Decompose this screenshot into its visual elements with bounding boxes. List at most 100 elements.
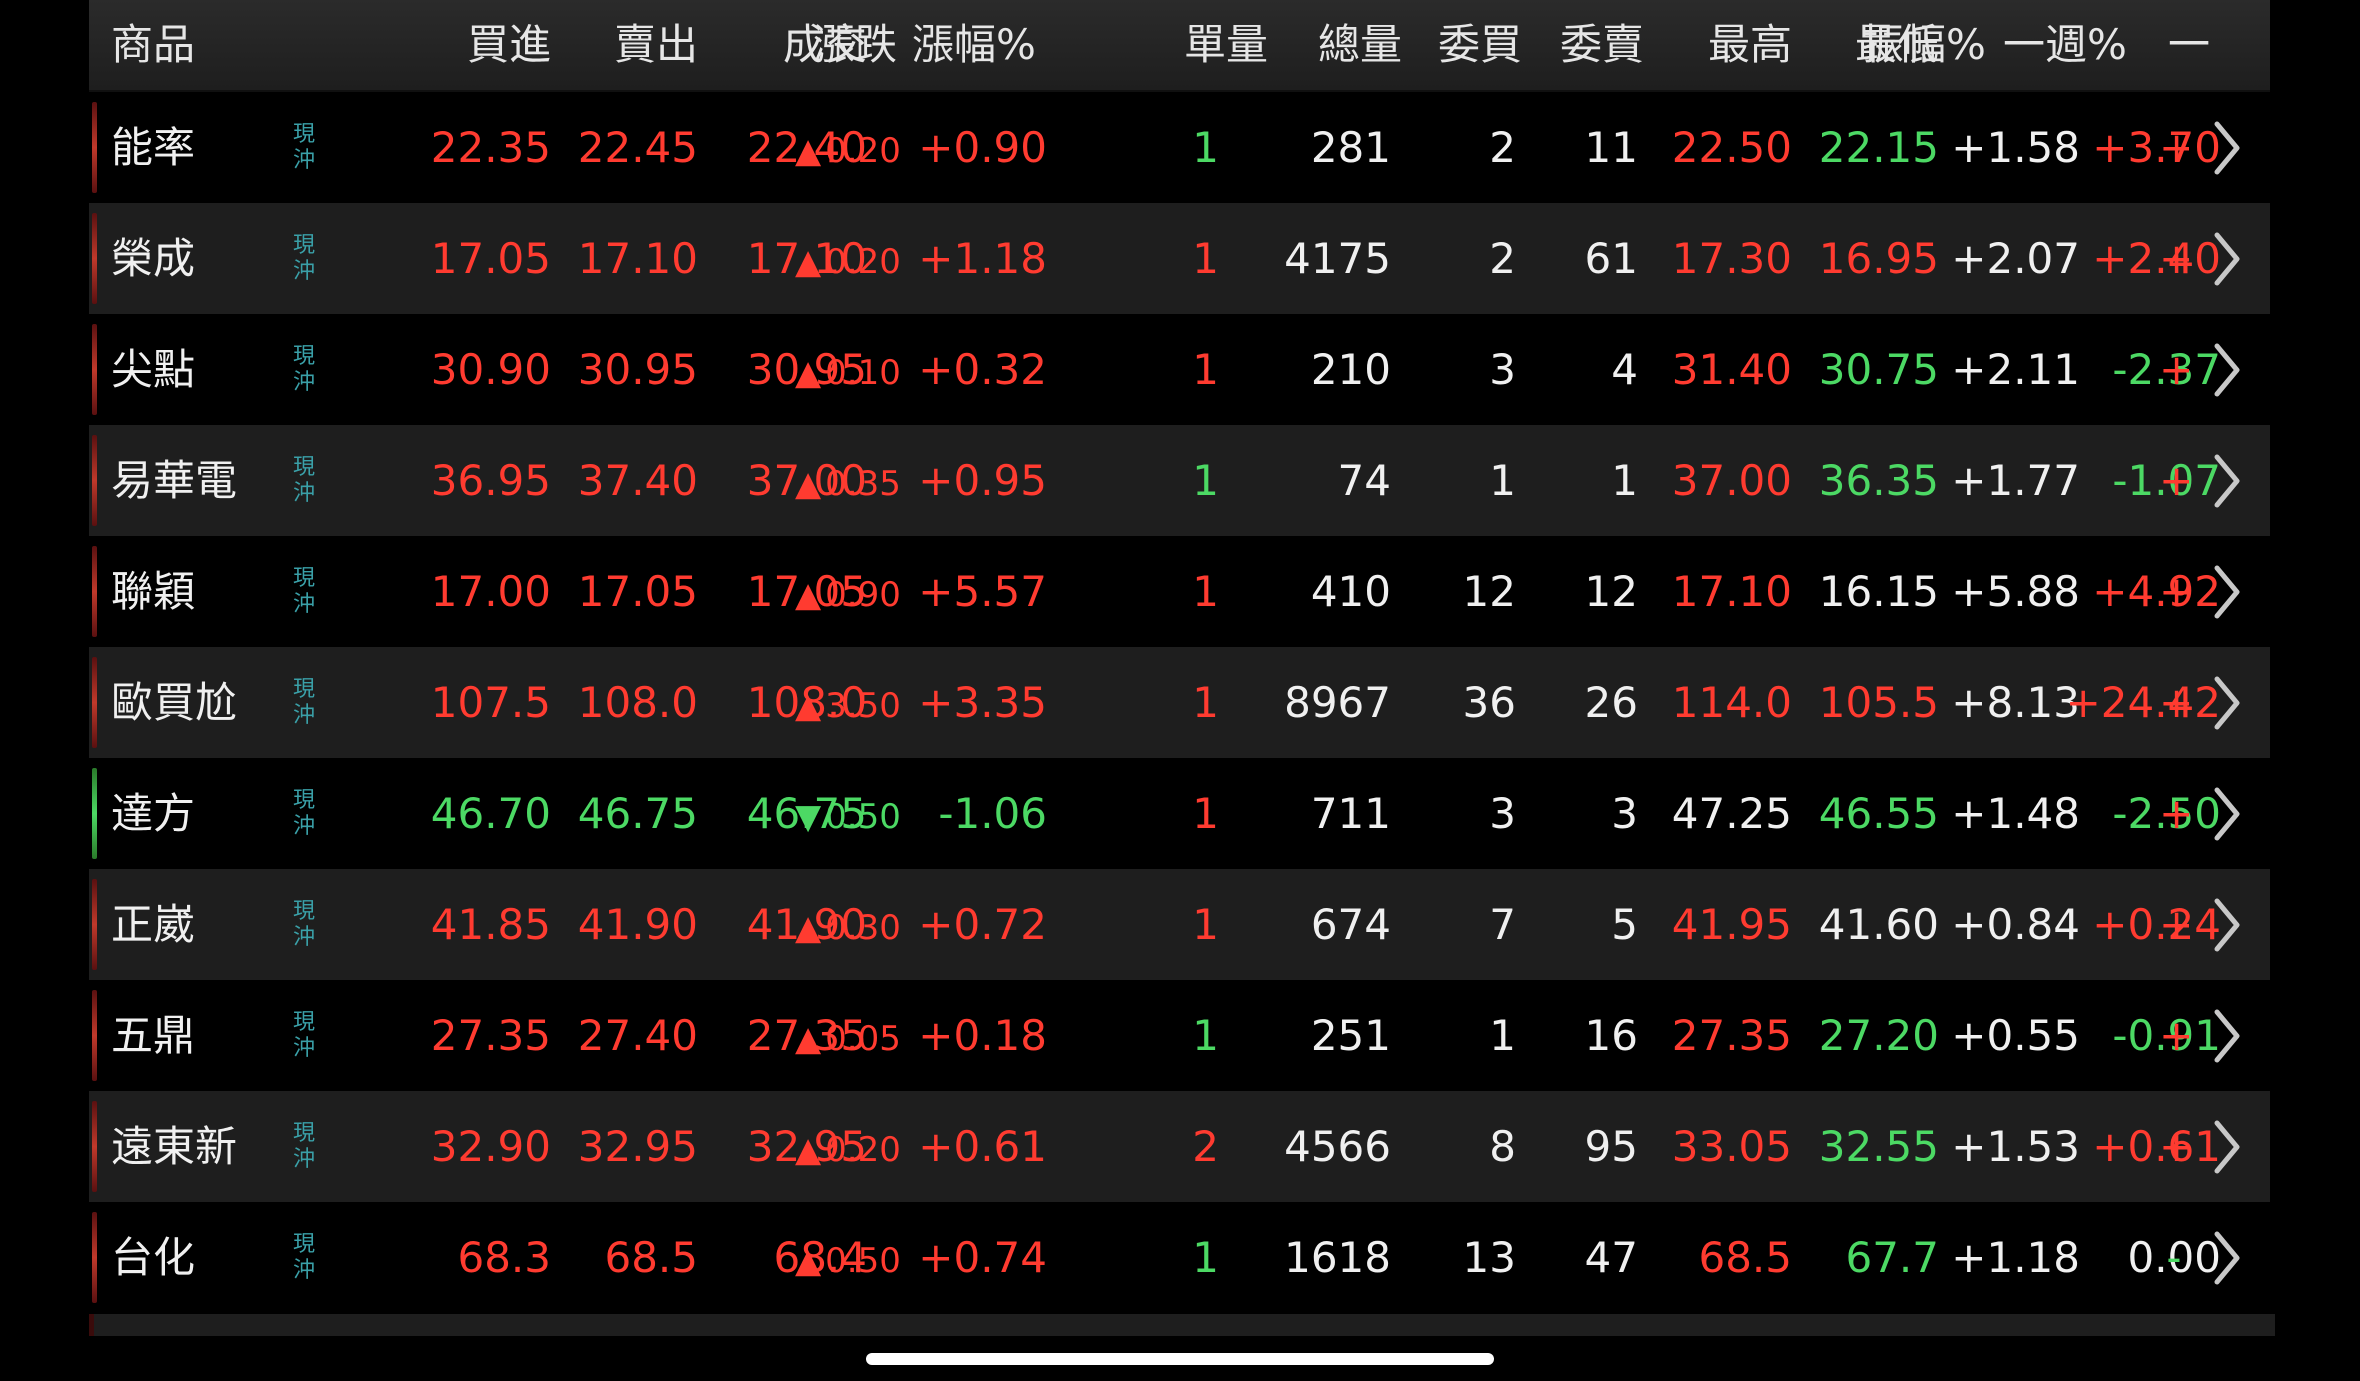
price-change: ▲ 0.20	[795, 1129, 901, 1170]
header-single-volume[interactable]: 單量	[1184, 24, 1268, 66]
amplitude: +1.53	[1951, 1121, 2080, 1171]
bid-price: 27.35	[430, 1010, 551, 1060]
total-volume: 251	[1310, 1010, 1391, 1060]
ask-quantity: 61	[1584, 233, 1638, 283]
table-row[interactable]: 榮成 現沖 17.05 17.10 17.10 ▲ 0.20 +1.18 1 41…	[89, 203, 2270, 314]
ask-price: 37.40	[577, 455, 698, 505]
price-change: ▲ 0.50	[795, 1240, 901, 1281]
extra-column: +	[2159, 459, 2189, 502]
header-week-pct[interactable]: 一週%	[2003, 24, 2127, 66]
chevron-right-icon[interactable]	[2210, 340, 2244, 400]
bid-quantity: 2	[1489, 233, 1516, 283]
single-volume: 1	[1192, 788, 1219, 838]
price-change: ▲ 0.35	[795, 463, 901, 504]
amplitude: +0.84	[1951, 899, 2080, 949]
chevron-right-icon[interactable]	[2210, 229, 2244, 289]
header-extra[interactable]: 一	[2168, 24, 2210, 66]
quote-table: 商品 買進 賣出 成交 漲跌 漲幅% 單量 總量 委買 委賣 最高 最低 振幅%…	[89, 0, 2275, 1336]
single-volume: 1	[1192, 566, 1219, 616]
chevron-right-icon[interactable]	[2210, 118, 2244, 178]
price-change: ▲ 0.10	[795, 352, 901, 393]
extra-column: +	[2159, 126, 2189, 169]
ask-quantity: 11	[1584, 122, 1638, 172]
amplitude: +2.07	[1951, 233, 2080, 283]
single-volume: 1	[1192, 122, 1219, 172]
week-change: +24.42	[2065, 677, 2221, 727]
header-product[interactable]: 商品	[111, 24, 195, 66]
chevron-right-icon[interactable]	[2210, 673, 2244, 733]
triangle-up-icon: ▲	[795, 1018, 822, 1059]
total-volume: 74	[1337, 455, 1391, 505]
day-trade-tag: 現沖	[292, 232, 315, 284]
ask-price: 32.95	[577, 1121, 698, 1171]
table-row[interactable]: 聯穎 現沖 17.00 17.05 17.05 ▲ 0.90 +5.57 1 41…	[89, 536, 2270, 647]
day-trade-tag: 現沖	[292, 121, 315, 173]
extra-column: +	[2159, 570, 2189, 613]
row-color-marker	[92, 657, 97, 748]
single-volume: 1	[1192, 344, 1219, 394]
triangle-up-icon: ▲	[795, 685, 822, 726]
row-color-marker	[92, 990, 97, 1081]
bid-quantity: 12	[1462, 566, 1516, 616]
day-trade-tag: 現沖	[292, 676, 315, 728]
header-change-pct[interactable]: 漲幅%	[912, 24, 1036, 66]
table-row[interactable]: 能率 現沖 22.35 22.45 22.40 ▲ 0.20 +0.90 1 28…	[89, 92, 2270, 203]
high-price: 33.05	[1671, 1121, 1792, 1171]
table-row[interactable]: 正崴 現沖 41.85 41.90 41.90 ▲ 0.30 +0.72 1 67…	[89, 869, 2270, 980]
chevron-right-icon[interactable]	[2210, 784, 2244, 844]
stock-name: 能率	[111, 122, 196, 172]
table-row[interactable]: 台化 現沖 68.3 68.5 68.4 ▲ 0.50 +0.74 1 1618 …	[89, 1202, 2270, 1313]
amplitude: +5.88	[1951, 566, 2080, 616]
ask-quantity: 95	[1584, 1121, 1638, 1171]
week-change: +2.40	[2092, 233, 2221, 283]
header-high[interactable]: 最高	[1708, 24, 1792, 66]
row-color-marker	[92, 102, 97, 193]
header-bid[interactable]: 買進	[467, 24, 551, 66]
day-trade-tag: 現沖	[292, 1120, 315, 1172]
bid-price: 41.85	[430, 899, 551, 949]
chevron-right-icon[interactable]	[2210, 1228, 2244, 1288]
low-price: 41.60	[1818, 899, 1939, 949]
amplitude: +1.18	[1951, 1232, 2080, 1282]
ask-price: 22.45	[577, 122, 698, 172]
bid-price: 36.95	[430, 455, 551, 505]
chevron-right-icon[interactable]	[2210, 451, 2244, 511]
table-row[interactable]: 遠東新 現沖 32.90 32.95 32.95 ▲ 0.20 +0.61 2 4…	[89, 1091, 2270, 1202]
row-color-marker	[92, 879, 97, 970]
ask-quantity: 5	[1611, 899, 1638, 949]
table-row[interactable]: 尖點 現沖 30.90 30.95 30.95 ▲ 0.10 +0.32 1 21…	[89, 314, 2270, 425]
bid-quantity: 13	[1462, 1232, 1516, 1282]
bid-quantity: 1	[1489, 455, 1516, 505]
home-indicator[interactable]	[866, 1353, 1494, 1365]
ask-quantity: 26	[1584, 677, 1638, 727]
header-ask-qty[interactable]: 委賣	[1560, 24, 1644, 66]
chevron-right-icon[interactable]	[2210, 1006, 2244, 1066]
header-amplitude[interactable]: 振幅%	[1862, 24, 1986, 66]
chevron-right-icon[interactable]	[2210, 1117, 2244, 1177]
bid-price: 17.00	[430, 566, 551, 616]
chevron-right-icon[interactable]	[2210, 895, 2244, 955]
ask-price: 46.75	[577, 788, 698, 838]
stock-name: 歐買尬	[111, 677, 238, 727]
table-row[interactable]: 易華電 現沖 36.95 37.40 37.00 ▲ 0.35 +0.95 1 7…	[89, 425, 2270, 536]
header-total-volume[interactable]: 總量	[1318, 24, 1402, 66]
amplitude: +1.58	[1951, 122, 2080, 172]
stock-name: 易華電	[111, 455, 238, 505]
price-change: ▲ 0.90	[795, 574, 901, 615]
low-price: 105.5	[1818, 677, 1939, 727]
bid-price: 107.5	[430, 677, 551, 727]
ask-quantity: 4	[1611, 344, 1638, 394]
chevron-right-icon[interactable]	[2210, 562, 2244, 622]
price-change: ▼ 0.50	[795, 796, 901, 837]
total-volume: 210	[1310, 344, 1391, 394]
table-row[interactable]: 達方 現沖 46.70 46.75 46.75 ▼ 0.50 -1.06 1 71…	[89, 758, 2270, 869]
header-ask[interactable]: 賣出	[614, 24, 698, 66]
header-change[interactable]: 漲跌	[813, 24, 897, 66]
ask-quantity: 3	[1611, 788, 1638, 838]
table-row[interactable]: 歐買尬 現沖 107.5 108.0 108.0 ▲ 3.50 +3.35 1 8…	[89, 647, 2270, 758]
low-price: 46.55	[1818, 788, 1939, 838]
table-row[interactable]: 五鼎 現沖 27.35 27.40 27.35 ▲ 0.05 +0.18 1 25…	[89, 980, 2270, 1091]
amplitude: +2.11	[1951, 344, 2080, 394]
bid-price: 68.3	[457, 1232, 551, 1282]
header-bid-qty[interactable]: 委買	[1438, 24, 1522, 66]
